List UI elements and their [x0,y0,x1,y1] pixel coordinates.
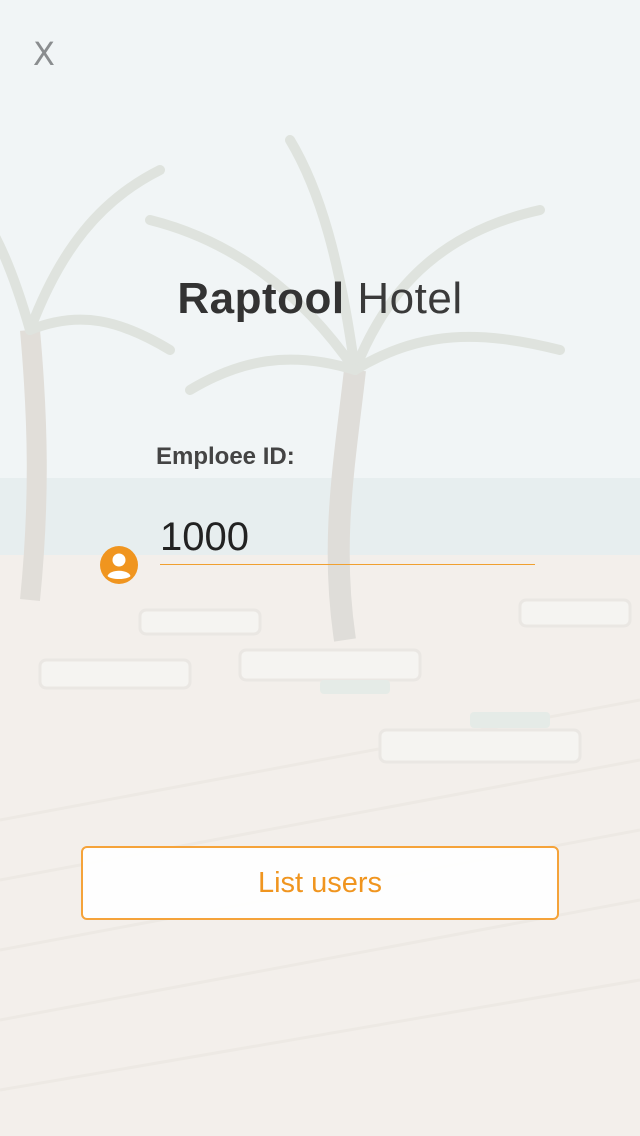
brand-title: Raptool Hotel [0,274,640,324]
list-users-button[interactable]: List users [81,846,559,920]
account-circle-icon [100,546,138,584]
background-overlay [0,0,640,1136]
brand-name-bold: Raptool [177,274,345,323]
login-screen: X Raptool Hotel Emploee ID: List users [0,0,640,1136]
close-button[interactable]: X [26,34,62,74]
employee-id-input[interactable] [160,510,535,565]
brand-name-light: Hotel [357,274,463,323]
employee-id-label: Emploee ID: [156,443,295,470]
